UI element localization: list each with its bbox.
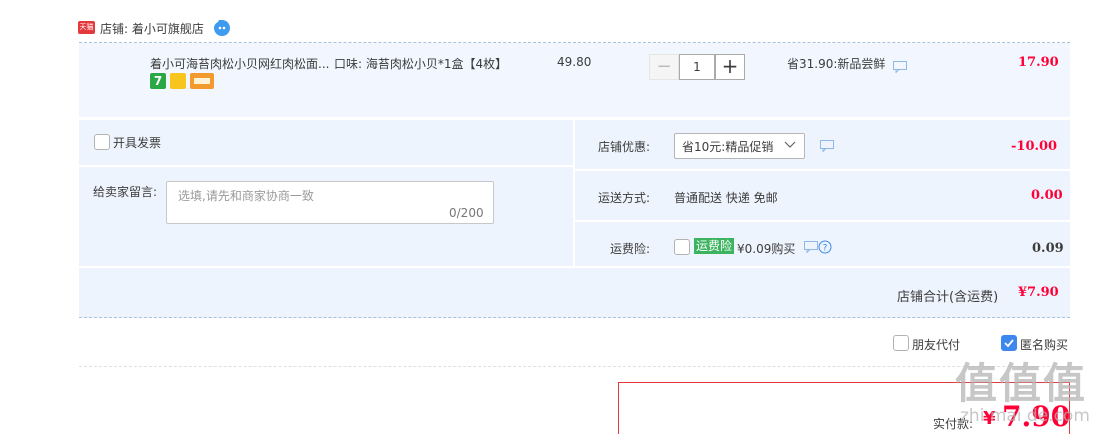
quantity-input[interactable]: 1 xyxy=(679,54,715,80)
shipping-method: 普通配送 快递 免邮 xyxy=(674,191,778,205)
store-total-label: 店铺合计(含运费) xyxy=(897,290,999,305)
options-divider xyxy=(79,366,1070,367)
friend-pay-label: 朋友代付 xyxy=(912,338,961,352)
invoice-checkbox[interactable] xyxy=(94,134,110,150)
store-total-value: ¥7.90 xyxy=(1018,285,1059,300)
shop-name[interactable]: 店铺: 着小可旗舰店 xyxy=(100,20,204,37)
discount-comment-icon[interactable] xyxy=(820,140,834,152)
help-icon[interactable]: ? xyxy=(818,240,832,254)
message-char-count: 0/200 xyxy=(449,206,484,220)
discount-value: -10.00 xyxy=(1011,139,1058,154)
insurance-label: 运费险: xyxy=(610,242,651,256)
insurance-checkbox[interactable] xyxy=(674,239,690,255)
item-subtotal: 17.90 xyxy=(1018,55,1059,70)
credit-card-icon xyxy=(190,73,214,89)
anonymous-checkbox[interactable] xyxy=(1001,335,1017,351)
promo-comment-icon[interactable] xyxy=(893,61,907,73)
shipping-label: 运送方式: xyxy=(598,191,651,205)
row-divider xyxy=(575,220,1070,222)
row-divider xyxy=(79,165,573,167)
wangwang-chat-icon[interactable] xyxy=(213,19,231,37)
checkmark-icon xyxy=(1004,339,1014,348)
item-promotion: 省31.90:新品尝鲜 xyxy=(787,57,886,71)
sku-info: 口味: 海苔肉松小贝*1盒【4枚】 xyxy=(334,57,508,71)
tmall-icon: 天猫 xyxy=(78,21,95,34)
product-title[interactable]: 着小可海苔肉松小贝网红肉松面... xyxy=(150,55,329,72)
seven-day-return-icon: 7 xyxy=(150,73,166,89)
insurance-price: ¥0.09购买 xyxy=(737,242,796,256)
quantity-decrease-button[interactable]: − xyxy=(649,54,679,80)
friend-pay-checkbox[interactable] xyxy=(893,335,909,351)
insurance-value: 0.09 xyxy=(1032,241,1064,256)
message-placeholder: 选填,请先和商家协商一致 xyxy=(178,189,314,203)
panel-divider xyxy=(573,120,575,266)
discount-label: 店铺优惠: xyxy=(598,140,651,154)
row-divider xyxy=(575,169,1070,171)
guarantee-icon xyxy=(170,73,186,89)
invoice-label: 开具发票 xyxy=(113,136,162,150)
svg-text:?: ? xyxy=(823,244,828,254)
discount-selected: 省10元:精品促销 xyxy=(682,140,774,154)
unit-price: 49.80 xyxy=(557,55,592,69)
site-watermark-sub: zhi mai de.com xyxy=(960,406,1090,426)
insurance-tag: 运费险 xyxy=(694,238,735,254)
quantity-increase-button[interactable]: + xyxy=(715,54,745,80)
product-thumbnail[interactable] xyxy=(82,52,142,112)
shipping-value: 0.00 xyxy=(1031,188,1063,203)
insurance-comment-icon[interactable] xyxy=(804,241,818,253)
message-label: 给卖家留言: xyxy=(93,185,158,199)
chevron-down-icon xyxy=(784,141,796,148)
site-watermark: 值值值 xyxy=(955,359,1088,408)
